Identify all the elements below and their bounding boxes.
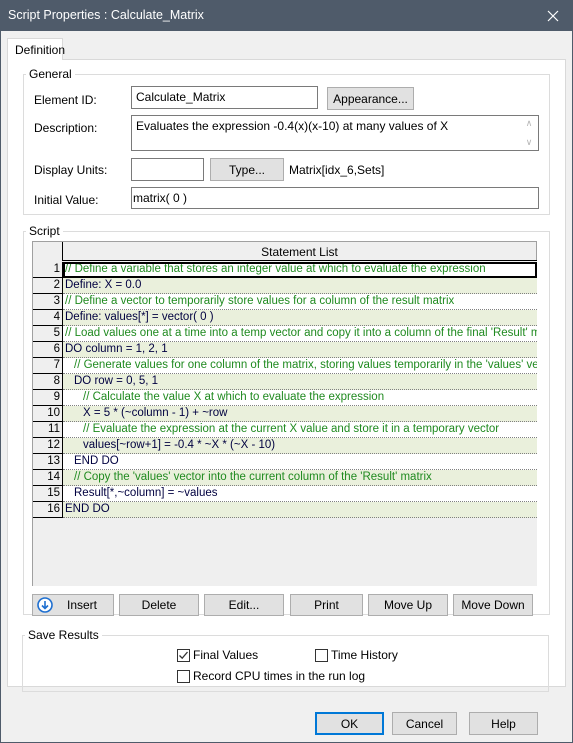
type-value: Matrix[idx_6,Sets]: [289, 163, 385, 177]
statement-row[interactable]: 16 END DO: [33, 502, 537, 518]
scroll-down-icon[interactable]: ∨: [526, 137, 533, 148]
edit-button[interactable]: Edit...: [204, 594, 284, 616]
statement-code[interactable]: END DO: [63, 502, 537, 518]
statement-code[interactable]: values[~row+1] = -0.4 * ~X * (~X - 10): [63, 438, 537, 454]
insert-label: Insert: [67, 598, 98, 612]
row-number[interactable]: 13: [33, 454, 63, 470]
statement-rows: 1// Define a variable that stores an int…: [33, 262, 537, 518]
statement-row[interactable]: 15 Result[*,~column] = ~values: [33, 486, 537, 502]
statement-comment[interactable]: // Define a vector to temporarily store …: [63, 294, 537, 310]
statement-row[interactable]: 12 values[~row+1] = -0.4 * ~X * (~X - 10): [33, 438, 537, 454]
row-number[interactable]: 3: [33, 294, 63, 310]
statement-row[interactable]: 11// Evaluate the expression at the curr…: [33, 422, 537, 438]
time-history-box[interactable]: [315, 648, 328, 662]
statement-row[interactable]: 2 Define: X = 0.0: [33, 278, 537, 294]
statement-comment[interactable]: // Load values one at a time into a temp…: [63, 326, 537, 342]
statement-row[interactable]: 10 X = 5 * (~column - 1) + ~row: [33, 406, 537, 422]
cpu-times-label: Record CPU times in the run log: [193, 669, 366, 683]
save-results-legend: Save Results: [28, 628, 99, 642]
statement-comment[interactable]: // Define a variable that stores an inte…: [63, 262, 537, 278]
general-legend: General: [29, 67, 72, 81]
statement-comment[interactable]: // Copy the 'values' vector into the cur…: [63, 470, 537, 486]
statement-comment[interactable]: // Evaluate the expression at the curren…: [63, 422, 537, 438]
appearance-button[interactable]: Appearance...: [327, 87, 414, 110]
statement-row[interactable]: 8 DO row = 0, 5, 1: [33, 374, 537, 390]
statement-code[interactable]: DO row = 0, 5, 1: [63, 374, 537, 390]
window-title: Script Properties : Calculate_Matrix: [8, 8, 204, 22]
row-number[interactable]: 11: [33, 422, 63, 438]
ok-button[interactable]: OK: [315, 712, 384, 735]
cancel-button[interactable]: Cancel: [392, 712, 457, 735]
element-id-label: Element ID:: [34, 93, 97, 107]
script-legend: Script: [29, 224, 60, 238]
row-number[interactable]: 2: [33, 278, 63, 294]
statement-code[interactable]: DO column = 1, 2, 1: [63, 342, 537, 358]
cpu-times-box[interactable]: [177, 669, 190, 683]
statement-code[interactable]: Define: X = 0.0: [63, 278, 537, 294]
grid-header: Statement List: [33, 242, 537, 261]
final-values-checkbox[interactable]: Final Values: [177, 648, 258, 662]
time-history-checkbox[interactable]: Time History: [315, 648, 398, 662]
cpu-times-checkbox[interactable]: Record CPU times in the run log: [177, 669, 365, 683]
description-input[interactable]: Evaluates the expression -0.4(x)(x-10) a…: [131, 115, 539, 151]
statement-row[interactable]: 7// Generate values for one column of th…: [33, 358, 537, 374]
row-number[interactable]: 16: [33, 502, 63, 518]
scroll-up-icon[interactable]: ∧: [526, 118, 533, 129]
final-values-box[interactable]: [177, 648, 190, 662]
element-id-input[interactable]: Calculate_Matrix: [131, 86, 318, 109]
move-up-button[interactable]: Move Up: [368, 594, 448, 616]
insert-button[interactable]: Insert: [32, 594, 114, 616]
row-number[interactable]: 5: [33, 326, 63, 342]
row-number[interactable]: 15: [33, 486, 63, 502]
statement-comment[interactable]: // Calculate the value X at which to eva…: [63, 390, 537, 406]
statement-row[interactable]: 13 END DO: [33, 454, 537, 470]
row-number[interactable]: 10: [33, 406, 63, 422]
row-number[interactable]: 6: [33, 342, 63, 358]
statement-code[interactable]: Result[*,~column] = ~values: [63, 486, 537, 502]
row-number[interactable]: 1: [33, 262, 63, 278]
delete-button[interactable]: Delete: [119, 594, 199, 616]
display-units-input[interactable]: [131, 158, 204, 181]
arrow-down-circle-icon: [37, 597, 53, 613]
statement-row[interactable]: 3// Define a vector to temporarily store…: [33, 294, 537, 310]
help-button[interactable]: Help: [469, 712, 538, 735]
move-down-button[interactable]: Move Down: [453, 594, 533, 616]
close-button[interactable]: [533, 0, 573, 31]
statement-row[interactable]: 1// Define a variable that stores an int…: [33, 262, 537, 278]
title-bar: Script Properties : Calculate_Matrix: [0, 0, 573, 31]
row-number[interactable]: 7: [33, 358, 63, 374]
statement-row[interactable]: 14// Copy the 'values' vector into the c…: [33, 470, 537, 486]
row-number[interactable]: 12: [33, 438, 63, 454]
statement-code[interactable]: Define: values[*] = vector( 0 ): [63, 310, 537, 326]
checkmark-icon: [179, 651, 188, 659]
description-scrollbar[interactable]: ∧ ∨: [522, 118, 536, 148]
statement-comment[interactable]: // Generate values for one column of the…: [63, 358, 537, 374]
close-x-icon: [547, 10, 559, 21]
type-button[interactable]: Type...: [210, 158, 284, 181]
statement-row[interactable]: 6 DO column = 1, 2, 1: [33, 342, 537, 358]
statement-code[interactable]: X = 5 * (~column - 1) + ~row: [63, 406, 537, 422]
grid-corner: [33, 242, 63, 261]
tab-definition[interactable]: Definition: [7, 38, 65, 60]
script-properties-window: Script Properties : Calculate_Matrix Def…: [0, 0, 573, 743]
description-text: Evaluates the expression -0.4(x)(x-10) a…: [136, 119, 449, 133]
statement-row[interactable]: 5// Load values one at a time into a tem…: [33, 326, 537, 342]
row-number[interactable]: 9: [33, 390, 63, 406]
statement-row[interactable]: 4 Define: values[*] = vector( 0 ): [33, 310, 537, 326]
initial-value-label: Initial Value:: [34, 193, 99, 207]
print-button[interactable]: Print: [290, 594, 363, 616]
statement-list-header[interactable]: Statement List: [63, 242, 537, 260]
display-units-label: Display Units:: [34, 163, 108, 177]
final-values-label: Final Values: [193, 648, 259, 662]
row-number[interactable]: 8: [33, 374, 63, 390]
statement-list-grid[interactable]: Statement List 1// Define a variable tha…: [32, 241, 537, 586]
statement-code[interactable]: END DO: [63, 454, 537, 470]
description-label: Description:: [34, 121, 98, 135]
initial-value-input[interactable]: matrix( 0 ): [131, 187, 539, 209]
time-history-label: Time History: [331, 648, 398, 662]
row-number[interactable]: 4: [33, 310, 63, 326]
statement-row[interactable]: 9// Calculate the value X at which to ev…: [33, 390, 537, 406]
row-number[interactable]: 14: [33, 470, 63, 486]
